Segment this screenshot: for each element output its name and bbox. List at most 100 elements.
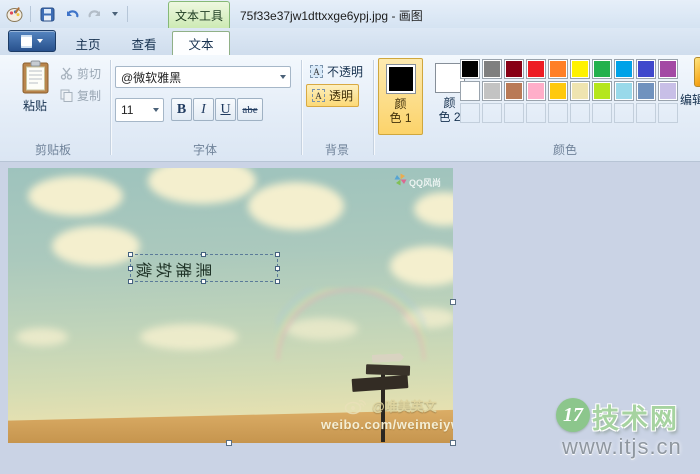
palette-cell-empty[interactable] <box>504 103 524 123</box>
font-group-label: 字体 <box>192 143 217 157</box>
palette-cell-empty[interactable] <box>570 103 590 123</box>
save-icon <box>40 7 54 21</box>
undo-icon <box>66 9 78 17</box>
redo-icon <box>88 9 100 17</box>
weibo-url-text: weibo.com/weimeiyw <box>321 417 453 432</box>
palette-cell[interactable] <box>614 81 634 101</box>
palette-cell[interactable] <box>482 81 502 101</box>
textbox-handle-sw[interactable] <box>128 279 133 284</box>
textbox-handle-n[interactable] <box>201 252 206 257</box>
undo-button[interactable] <box>61 4 81 24</box>
color-palette <box>460 59 678 123</box>
color1-swatch <box>385 64 416 94</box>
redo-button[interactable] <box>85 4 105 24</box>
palette-cell[interactable] <box>526 59 546 79</box>
titlebar[interactable]: 文本工具 75f33e37jw1dttxxge6ypj.jpg - 画图 <box>0 0 700 28</box>
palette-cell[interactable] <box>460 59 480 79</box>
palette-cell[interactable] <box>504 81 524 101</box>
palette-cell[interactable] <box>592 81 612 101</box>
copy-icon <box>60 89 73 102</box>
cut-label: 剪切 <box>77 67 102 81</box>
canvas-resize-handle-bottom[interactable] <box>226 440 232 446</box>
save-button[interactable] <box>37 4 57 24</box>
palette-cell[interactable] <box>526 81 546 101</box>
cloud <box>148 168 256 204</box>
cloud <box>390 246 453 286</box>
chevron-down-icon <box>112 12 118 16</box>
underline-button[interactable]: U <box>215 98 236 121</box>
palette-cell-empty[interactable] <box>460 103 480 123</box>
rainbow <box>276 288 426 360</box>
canvas-resize-handle-right[interactable] <box>450 299 456 305</box>
opaque-button[interactable]: A 不透明 <box>306 61 367 82</box>
palette-cell[interactable] <box>658 59 678 79</box>
edit-colors-button[interactable]: 编辑颜色 <box>680 57 700 108</box>
canvas-image[interactable]: QQ风尚 微软雅黑 @唯美英文 weibo.com/weimeiyw <box>8 168 453 443</box>
palette-cell-empty[interactable] <box>548 103 568 123</box>
palette-cell[interactable] <box>460 81 480 101</box>
group-divider <box>110 60 111 155</box>
copy-label: 复制 <box>77 89 102 103</box>
font-family-select[interactable]: @微软雅黑 <box>115 66 291 88</box>
canvas-resize-handle-corner[interactable] <box>450 440 456 446</box>
opaque-label: 不透明 <box>327 65 364 79</box>
paste-label: 粘贴 <box>22 99 47 113</box>
weibo-watermark: @唯美英文 <box>344 395 437 415</box>
palette-cell[interactable] <box>636 81 656 101</box>
palette-cell-empty[interactable] <box>658 103 678 123</box>
palette-cell[interactable] <box>482 59 502 79</box>
textbox-handle-nw[interactable] <box>128 252 133 257</box>
transparent-label: 透明 <box>329 89 354 103</box>
font-family-value: @微软雅黑 <box>121 70 182 85</box>
palette-cell-empty[interactable] <box>636 103 656 123</box>
paste-button[interactable]: 粘贴 <box>12 60 58 114</box>
italic-button[interactable]: I <box>193 98 214 121</box>
palette-cell-empty[interactable] <box>482 103 502 123</box>
palette-cell[interactable] <box>658 81 678 101</box>
clipboard-group-label: 剪贴板 <box>34 143 71 157</box>
palette-cell[interactable] <box>548 81 568 101</box>
edit-colors-icon <box>694 57 700 87</box>
file-menu-button[interactable] <box>8 30 56 52</box>
quick-access-toolbar <box>4 3 130 25</box>
customize-qat-button[interactable] <box>109 4 121 24</box>
tab-text[interactable]: 文本 <box>172 31 230 55</box>
strikethrough-button[interactable]: abe <box>237 98 263 121</box>
opaque-a-icon: A <box>310 65 323 78</box>
bold-button[interactable]: B <box>171 98 192 121</box>
palette-cell[interactable] <box>636 59 656 79</box>
group-divider <box>373 60 374 155</box>
color1-button[interactable]: 颜 色 1 <box>378 58 423 135</box>
palette-cell[interactable] <box>614 59 634 79</box>
colors-group-label: 颜色 <box>552 143 577 157</box>
textbox-handle-ne[interactable] <box>275 252 280 257</box>
tab-view[interactable]: 查看 <box>118 31 170 55</box>
textbox-handle-se[interactable] <box>275 279 280 284</box>
cloud <box>28 176 123 216</box>
palette-cell-empty[interactable] <box>614 103 634 123</box>
textbox-handle-e[interactable] <box>275 266 280 271</box>
chevron-down-icon[interactable] <box>276 75 290 79</box>
textbox-handle-w[interactable] <box>128 266 133 271</box>
text-box[interactable]: 微软雅黑 <box>128 252 280 284</box>
palette-cell[interactable] <box>548 59 568 79</box>
cut-button[interactable]: 剪切 <box>60 65 101 82</box>
site-url: www.itjs.cn <box>562 434 682 459</box>
cloud <box>52 226 140 266</box>
contextual-tab-header: 文本工具 <box>168 1 230 28</box>
transparent-button[interactable]: A 透明 <box>306 84 360 107</box>
textbox-char: 黑 <box>194 261 212 279</box>
ribbon: 粘贴 剪切 复制 剪贴板 @微软雅黑 11 B I U abe 字体 A 不透明… <box>0 55 700 162</box>
textbox-handle-s[interactable] <box>201 279 206 284</box>
palette-cell[interactable] <box>504 59 524 79</box>
palette-cell-empty[interactable] <box>592 103 612 123</box>
app-icon[interactable] <box>4 4 24 24</box>
palette-cell[interactable] <box>570 81 590 101</box>
tab-home[interactable]: 主页 <box>62 31 114 55</box>
palette-cell[interactable] <box>592 59 612 79</box>
palette-cell[interactable] <box>570 59 590 79</box>
chevron-down-icon[interactable] <box>149 108 163 112</box>
font-size-select[interactable]: 11 <box>115 98 164 122</box>
palette-cell-empty[interactable] <box>526 103 546 123</box>
copy-button[interactable]: 复制 <box>60 87 101 104</box>
